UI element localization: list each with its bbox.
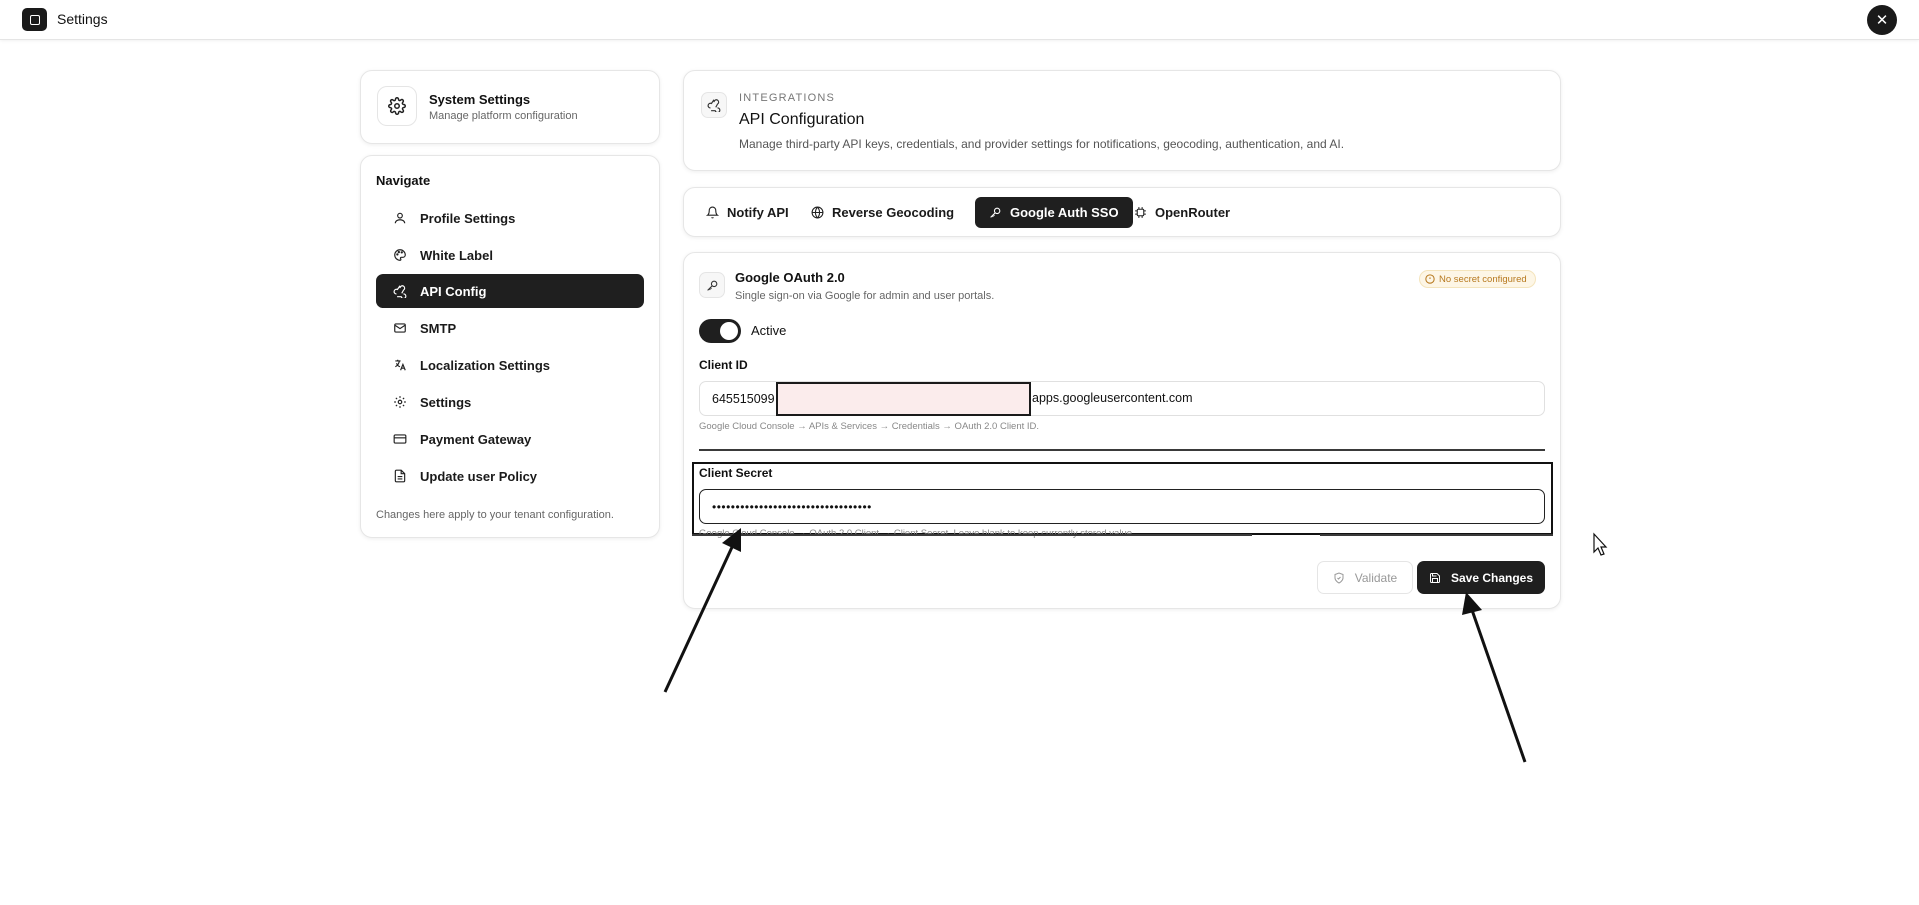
sidebar-item-label: Localization Settings [420,357,551,373]
close-icon: ✕ [1875,12,1889,29]
mouse-cursor-icon [1593,532,1608,556]
save-icon [1429,572,1441,584]
close-button[interactable]: ✕ [1867,5,1897,35]
gear-icon [377,86,417,126]
user-icon [392,210,408,226]
key-icon [989,206,1002,219]
tab-openrouter[interactable]: OpenRouter [1120,197,1244,228]
sidebar-item-label: Profile Settings [420,210,516,226]
system-settings-title: System Settings [429,92,531,107]
validate-label: Validate [1354,570,1398,585]
redaction-box [776,382,1031,416]
sidebar-item-label: Payment Gateway [420,431,532,447]
tab-label: Google Auth SSO [1010,205,1119,220]
nav-heading: Navigate [376,173,431,188]
sidebar-item-label: Settings [420,394,472,410]
navigation-card: Navigate Profile Settings White Label AP… [360,155,660,538]
client-id-label: Client ID [699,358,748,372]
status-badge-label: No secret configured [1439,273,1527,285]
tab-notify-api[interactable]: Notify API [692,197,803,228]
client-id-suffix: apps.googleusercontent.com [1032,391,1193,405]
strike-line [1320,534,1553,536]
tab-label: Reverse Geocoding [832,205,955,220]
page-description: Manage third-party API keys, credentials… [739,137,1345,151]
shield-check-icon [1333,571,1345,584]
sidebar-item-label: White Label [420,247,493,263]
sidebar-item-payment-gateway[interactable]: Payment Gateway [376,422,644,456]
system-settings-subtitle: Manage platform configuration [429,110,578,122]
client-secret-label: Client Secret [699,466,773,480]
webhook-icon [701,92,727,118]
section-kicker: INTEGRATIONS [739,92,836,104]
nav-footer-note: Changes here apply to your tenant config… [376,509,614,521]
sidebar-item-label: Update user Policy [420,468,538,484]
page-title: API Configuration [739,111,865,128]
sidebar-item-label: SMTP [420,320,457,336]
document-icon [392,468,408,484]
sidebar-item-api-config[interactable]: API Config [376,274,644,308]
client-secret-value: •••••••••••••••••••••••••••••••••• [712,499,872,514]
tab-label: OpenRouter [1155,205,1231,220]
sidebar-item-profile-settings[interactable]: Profile Settings [376,201,644,235]
client-secret-field[interactable]: •••••••••••••••••••••••••••••••••• [699,489,1545,524]
client-id-prefix: 645515099 [712,391,775,406]
app-title: Settings [57,11,108,27]
oauth-title: Google OAuth 2.0 [735,270,845,285]
palette-icon [392,247,408,263]
client-id-hint: Google Cloud Console → APIs & Services →… [699,421,1040,432]
globe-icon [811,206,824,219]
sidebar-item-white-label[interactable]: White Label [376,238,644,272]
integration-tabs: Notify API Reverse Geocoding Google Auth… [683,187,1561,237]
translate-icon [392,357,408,373]
oauth-subtitle: Single sign-on via Google for admin and … [735,290,995,302]
sidebar-item-localization-settings[interactable]: Localization Settings [376,348,644,382]
square-icon [22,8,47,31]
api-config-header-card: INTEGRATIONS API Configuration Manage th… [683,70,1561,171]
tab-google-auth-sso[interactable]: Google Auth SSO [975,197,1133,228]
credit-card-icon [392,431,408,447]
sidebar-item-smtp[interactable]: SMTP [376,311,644,345]
google-oauth-card: Google OAuth 2.0 Single sign-on via Goog… [683,252,1561,609]
bell-icon [706,206,719,219]
info-icon [1425,274,1435,284]
save-changes-button[interactable]: Save Changes [1417,561,1545,594]
strike-line [692,534,1252,536]
client-id-field[interactable]: 645515099 apps.googleusercontent.com [699,381,1545,416]
divider [699,449,1545,451]
webhook-icon [392,283,408,299]
active-toggle-label: Active [751,323,787,338]
tab-reverse-geocoding[interactable]: Reverse Geocoding [797,197,968,228]
validate-button[interactable]: Validate [1317,561,1413,594]
top-bar: Settings ✕ [0,0,1919,40]
sidebar-item-update-user-policy[interactable]: Update user Policy [376,459,644,493]
sidebar-item-settings[interactable]: Settings [376,385,644,419]
mail-icon [392,320,408,336]
chip-icon [1134,206,1147,219]
active-toggle[interactable] [699,319,741,343]
system-settings-card: System Settings Manage platform configur… [360,70,660,144]
gear-icon [392,394,408,410]
save-changes-label: Save Changes [1450,570,1534,585]
arrow-to-save-button [1462,592,1527,763]
status-badge: No secret configured [1419,270,1536,288]
key-icon [699,272,725,298]
tab-label: Notify API [727,205,789,220]
sidebar-item-label: API Config [420,283,487,299]
